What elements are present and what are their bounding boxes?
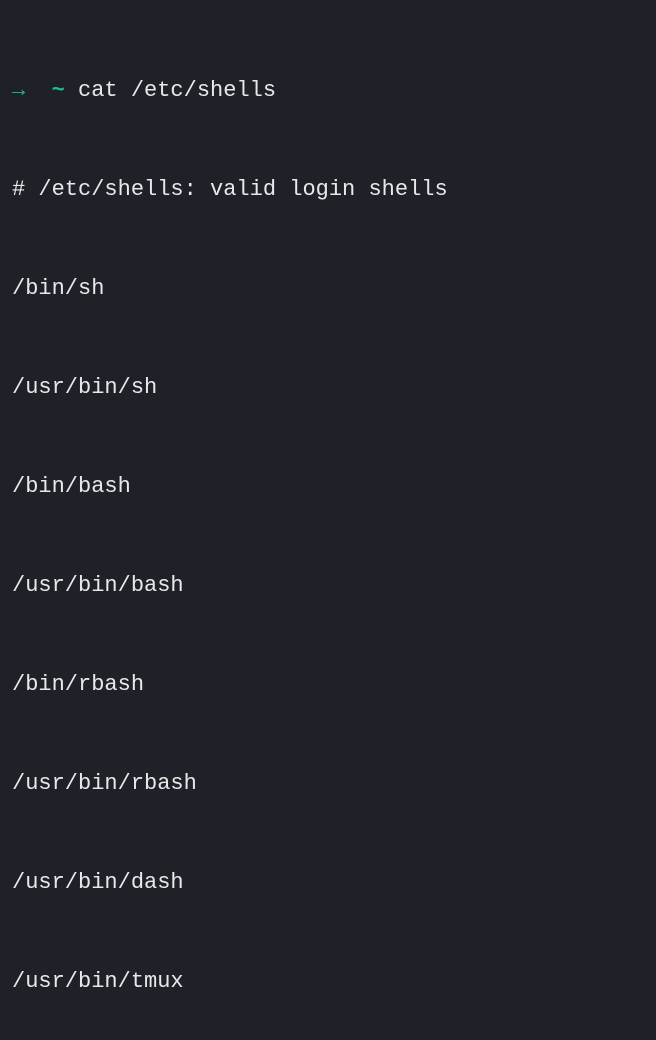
output-line: /usr/bin/sh: [12, 371, 644, 404]
prompt-cwd: ~: [52, 74, 65, 107]
output-line: /bin/rbash: [12, 668, 644, 701]
command-text: cat /etc/shells: [78, 74, 276, 107]
output-line: /bin/bash: [12, 470, 644, 503]
prompt-line-1: → ~ cat /etc/shells: [12, 74, 644, 107]
output-line: /usr/bin/tmux: [12, 965, 644, 998]
output-line: /usr/bin/dash: [12, 866, 644, 899]
output-comment: # /etc/shells: valid login shells: [12, 173, 644, 206]
output-line: /usr/bin/rbash: [12, 767, 644, 800]
output-line: /usr/bin/bash: [12, 569, 644, 602]
prompt-arrow-icon: →: [12, 74, 25, 107]
prompt-spacer: [65, 74, 78, 107]
prompt-spacer: [25, 74, 51, 107]
terminal-window[interactable]: → ~ cat /etc/shells # /etc/shells: valid…: [12, 8, 644, 1040]
output-line: /bin/sh: [12, 272, 644, 305]
